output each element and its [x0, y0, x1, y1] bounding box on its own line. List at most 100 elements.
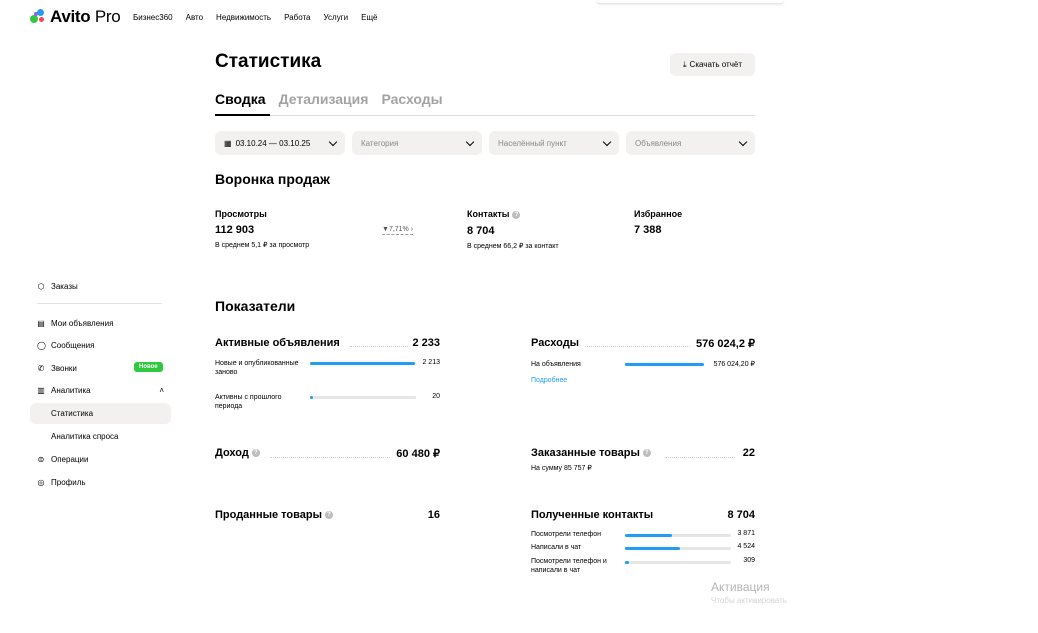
ordered-goods-title: Заказанные товары? [531, 447, 651, 459]
chevron-down-icon [738, 137, 748, 146]
help-icon[interactable]: ? [251, 449, 260, 458]
date-range-filter[interactable]: ▦ 03.10.24 — 03.10.25 [215, 131, 345, 155]
logo-dots-icon [30, 9, 46, 25]
top-navigation: Бизнес360 Авто Недвижимость Работа Услуг… [133, 13, 377, 22]
row-value: 3 871 [737, 530, 755, 537]
category-filter[interactable]: Категория [352, 131, 482, 155]
row-label: Активны с прошлого периода [215, 394, 282, 410]
chevron-right-icon: › [408, 226, 414, 233]
dots-divider [270, 457, 390, 458]
sold-goods-title-text: Проданные товары [215, 509, 322, 521]
expenses-title: Расходы [531, 337, 580, 349]
nav-realty[interactable]: Недвижимость [216, 13, 271, 22]
bar-fill [625, 547, 681, 550]
sidebar-item-label: Профиль [51, 478, 86, 487]
funnel-title: Воронка продаж [215, 171, 330, 187]
sidebar-item-operations[interactable]: ⊜ Операции [37, 454, 89, 464]
trend-down-icon: ▼ [382, 226, 389, 233]
indicators-title: Показатели [215, 298, 296, 314]
download-icon: ⤓ [683, 59, 687, 69]
active-ads-value: 2 233 [412, 337, 440, 349]
list-icon: ▤ [37, 318, 45, 328]
help-icon[interactable]: ? [642, 449, 651, 458]
bar-fill [625, 561, 629, 564]
received-contacts-title: Полученные контакты [531, 509, 654, 521]
row-label: Посмотрели телефон и написали в чат [531, 558, 607, 574]
activation-watermark: Активация [711, 580, 770, 594]
sidebar-item-orders[interactable]: ⬡ Заказы [37, 282, 78, 291]
new-badge: Новое [134, 362, 163, 372]
calendar-icon: ▦ [224, 138, 232, 148]
sidebar-item-my-ads[interactable]: ▤ Мои объявления [37, 319, 113, 328]
favorites-label: Избранное [634, 209, 683, 219]
views-sub: В среднем 5,1 ₽ за просмотр [215, 242, 310, 249]
nav-jobs[interactable]: Работа [284, 13, 310, 22]
chat-icon: ◯ [37, 340, 46, 350]
sidebar-item-statistics[interactable]: Статистика [51, 409, 93, 418]
ads-filter[interactable]: Объявления [626, 131, 755, 155]
row-label: Написали в чат [531, 544, 582, 551]
views-value: 112 903 [215, 224, 255, 236]
activation-watermark-sub: Чтобы активировать [711, 596, 787, 605]
row-label: На объявления [531, 361, 581, 368]
download-label: Скачать отчёт [689, 60, 742, 69]
city-filter[interactable]: Населённый пункт [489, 131, 619, 155]
row-value: 20 [432, 393, 440, 400]
sold-goods-title: Проданные товары? [215, 509, 333, 521]
income-title-text: Доход [215, 447, 249, 459]
ordered-goods-title-text: Заказанные товары [531, 447, 640, 459]
chevron-down-icon [602, 137, 612, 146]
chevron-up-icon: ˄ [159, 386, 164, 395]
sidebar-item-label: Мои объявления [51, 319, 114, 328]
box-icon: ⬡ [37, 281, 45, 291]
operations-icon: ⊜ [37, 454, 45, 464]
contacts-label-text: Контакты [467, 209, 510, 219]
received-contacts-value: 8 704 [727, 509, 755, 521]
ordered-goods-value: 22 [742, 447, 755, 459]
sidebar-item-label: Сообщения [51, 341, 95, 350]
download-report-button[interactable]: ⤓ Скачать отчёт [670, 53, 755, 76]
row-label: Новые и опубликованные заново [215, 360, 299, 376]
tab-summary[interactable]: Сводка [215, 91, 266, 114]
chart-icon: ▥ [37, 385, 45, 395]
sidebar-item-messages[interactable]: ◯ Сообщения [37, 341, 94, 350]
nav-business360[interactable]: Бизнес360 [133, 13, 173, 22]
tabs-divider [215, 115, 755, 116]
help-icon[interactable]: ? [324, 511, 333, 520]
expenses-value: 576 024,2 ₽ [696, 338, 755, 350]
help-icon[interactable]: ? [512, 210, 521, 219]
category-placeholder: Категория [361, 138, 399, 148]
sidebar-item-label: Операции [51, 455, 89, 464]
row-value: 309 [743, 557, 755, 564]
logo-text: Avito Pro [50, 7, 121, 26]
date-range-value: 03.10.24 — 03.10.25 [235, 138, 311, 148]
trend-value: 7,71% [388, 226, 409, 233]
row-value: 2 213 [422, 359, 440, 366]
contacts-sub: В среднем 66,2 ₽ за контакт [467, 243, 559, 250]
details-link[interactable]: Подробнее [531, 377, 567, 384]
tab-expenses[interactable]: Расходы [381, 91, 442, 114]
income-title: Доход? [215, 447, 260, 459]
sidebar-item-analytics[interactable]: ▥ Аналитика ˄ [37, 386, 164, 395]
tab-details[interactable]: Детализация [279, 91, 369, 114]
ordered-goods-sub: На сумму 85 757 ₽ [531, 465, 592, 472]
bar-fill [625, 363, 704, 366]
chevron-down-icon [465, 137, 475, 146]
profile-icon: ◎ [37, 477, 45, 487]
views-label: Просмотры [215, 209, 267, 219]
contacts-label: Контакты? [467, 209, 521, 219]
sidebar-item-demand-analytics[interactable]: Аналитика спроса [51, 432, 119, 441]
contacts-value: 8 704 [467, 225, 495, 237]
avito-pro-logo[interactable]: Avito Pro [30, 7, 121, 27]
tabs: Сводка Детализация Расходы [215, 91, 443, 114]
bar-fill [310, 396, 314, 399]
sold-goods-value: 16 [427, 509, 440, 521]
sidebar-item-label: Аналитика спроса [51, 432, 119, 441]
nav-auto[interactable]: Авто [186, 13, 203, 22]
nav-services[interactable]: Услуги [324, 13, 349, 22]
sidebar-item-profile[interactable]: ◎ Профиль [37, 478, 86, 487]
views-to-contacts-trend[interactable]: ▼7,71% › [382, 226, 414, 235]
nav-more[interactable]: Ещё [361, 13, 377, 22]
phone-icon: ✆ [37, 363, 45, 373]
sidebar-item-calls[interactable]: ✆ Звонки [37, 364, 77, 373]
